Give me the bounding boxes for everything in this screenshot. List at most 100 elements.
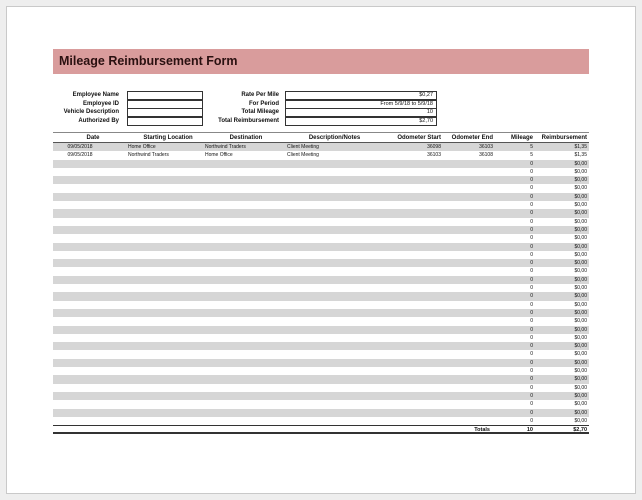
table-cell[interactable]: $0,00 xyxy=(533,234,587,242)
table-cell[interactable]: $1,35 xyxy=(533,151,587,159)
table-cell[interactable]: 0 xyxy=(493,350,533,358)
column-header[interactable]: Mileage xyxy=(493,134,533,143)
table-row[interactable]: 0 $0,00 xyxy=(53,342,589,351)
table-row[interactable]: 0 $0,00 xyxy=(53,284,589,292)
table-row[interactable]: 0 $0,00 xyxy=(53,201,589,209)
table-cell[interactable]: $0,00 xyxy=(533,417,587,425)
table-row[interactable]: 09/05/2018 Northwind Traders Home Office Cl… xyxy=(53,151,589,159)
field-input[interactable] xyxy=(127,116,203,126)
table-row[interactable]: 0 $0,00 xyxy=(53,242,589,251)
table-cell[interactable]: 0 xyxy=(493,284,533,292)
table-cell[interactable]: 0 xyxy=(493,209,533,217)
table-row[interactable]: 0 $0,00 xyxy=(53,168,589,176)
table-row[interactable]: 0 $0,00 xyxy=(53,317,589,325)
table-cell[interactable]: 0 xyxy=(493,301,533,309)
table-cell[interactable]: 0 xyxy=(493,218,533,226)
table-cell[interactable]: Home Office xyxy=(128,143,208,151)
table-cell[interactable]: $0,00 xyxy=(533,317,587,325)
table-cell[interactable]: 0 xyxy=(493,334,533,342)
table-cell[interactable]: 0 xyxy=(493,201,533,209)
table-cell[interactable]: 09/05/2018 xyxy=(55,151,105,159)
table-row[interactable]: 0 $0,00 xyxy=(53,400,589,408)
table-row[interactable]: 0 $0,00 xyxy=(53,176,589,185)
table-cell[interactable]: 0 xyxy=(493,309,533,317)
column-header[interactable]: Date xyxy=(53,134,133,143)
column-header[interactable]: Odometer Start xyxy=(373,134,441,143)
table-cell[interactable]: 0 xyxy=(493,409,533,417)
table-row[interactable]: 0 $0,00 xyxy=(53,275,589,285)
table-cell[interactable]: 36098 xyxy=(373,143,441,151)
table-cell[interactable]: 36103 xyxy=(443,143,493,151)
table-cell[interactable]: $0,00 xyxy=(533,301,587,309)
table-row[interactable]: 0 $0,00 xyxy=(53,292,589,301)
table-cell[interactable]: $0,00 xyxy=(533,184,587,192)
table-cell[interactable]: 0 xyxy=(493,400,533,408)
table-cell[interactable]: 0 xyxy=(493,176,533,184)
table-row[interactable]: 0 $0,00 xyxy=(53,234,589,242)
table-cell[interactable]: 0 xyxy=(493,384,533,392)
table-cell[interactable]: $0,00 xyxy=(533,334,587,342)
table-cell[interactable]: $0,00 xyxy=(533,259,587,267)
table-cell[interactable]: Northwind Traders xyxy=(128,151,208,159)
table-cell[interactable]: 0 xyxy=(493,342,533,350)
table-row[interactable]: 0 $0,00 xyxy=(53,325,589,334)
table-row[interactable]: 0 $0,00 xyxy=(53,301,589,309)
table-cell[interactable]: 0 xyxy=(493,251,533,259)
table-row[interactable]: 0 $0,00 xyxy=(53,391,589,401)
table-cell[interactable]: $0,00 xyxy=(533,409,587,417)
table-cell[interactable]: $0,00 xyxy=(533,209,587,217)
table-cell[interactable]: $0,00 xyxy=(533,267,587,275)
table-cell[interactable]: $0,00 xyxy=(533,201,587,209)
table-row[interactable]: 0 $0,00 xyxy=(53,192,589,202)
table-row[interactable]: 0 $0,00 xyxy=(53,308,589,318)
table-cell[interactable]: $0,00 xyxy=(533,400,587,408)
table-cell[interactable]: $0,00 xyxy=(533,284,587,292)
table-row[interactable]: 0 $0,00 xyxy=(53,417,589,425)
table-row[interactable]: 0 $0,00 xyxy=(53,334,589,342)
table-row[interactable]: 09/05/2018 Home Office Northwind Traders Cl… xyxy=(53,143,589,152)
table-cell[interactable]: 0 xyxy=(493,375,533,383)
table-cell[interactable]: $0,00 xyxy=(533,342,587,350)
table-cell[interactable]: $0,00 xyxy=(533,359,587,367)
table-cell[interactable]: $0,00 xyxy=(533,326,587,334)
table-row[interactable]: 0 $0,00 xyxy=(53,408,589,417)
table-cell[interactable]: 0 xyxy=(493,193,533,201)
table-row[interactable]: 0 $0,00 xyxy=(53,384,589,392)
table-cell[interactable]: Client Meeting xyxy=(287,151,382,159)
table-cell[interactable]: 09/05/2018 xyxy=(55,143,105,151)
table-cell[interactable]: $1,35 xyxy=(533,143,587,151)
table-cell[interactable]: 0 xyxy=(493,367,533,375)
table-row[interactable]: 0 $0,00 xyxy=(53,259,589,268)
table-cell[interactable]: 0 xyxy=(493,234,533,242)
table-cell[interactable]: 0 xyxy=(493,417,533,425)
table-cell[interactable]: $0,00 xyxy=(533,176,587,184)
table-row[interactable]: 0 $0,00 xyxy=(53,267,589,275)
table-cell[interactable]: $0,00 xyxy=(533,292,587,300)
table-cell[interactable]: $0,00 xyxy=(533,392,587,400)
table-cell[interactable]: 0 xyxy=(493,276,533,284)
column-header[interactable]: Description/Notes xyxy=(287,134,382,143)
table-cell[interactable]: 0 xyxy=(493,317,533,325)
table-row[interactable]: 0 $0,00 xyxy=(53,251,589,259)
table-cell[interactable]: $0,00 xyxy=(533,384,587,392)
table-cell[interactable]: $0,00 xyxy=(533,226,587,234)
table-cell[interactable]: 36103 xyxy=(373,151,441,159)
table-row[interactable]: 0 $0,00 xyxy=(53,209,589,218)
table-cell[interactable]: 0 xyxy=(493,226,533,234)
table-cell[interactable]: 5 xyxy=(493,151,533,159)
table-cell[interactable]: 36108 xyxy=(443,151,493,159)
table-cell[interactable]: $0,00 xyxy=(533,309,587,317)
table-cell[interactable]: $0,00 xyxy=(533,276,587,284)
table-cell[interactable]: 5 xyxy=(493,143,533,151)
table-cell[interactable]: 0 xyxy=(493,184,533,192)
table-cell[interactable]: $0,00 xyxy=(533,243,587,251)
table-row[interactable]: 0 $0,00 xyxy=(53,218,589,226)
table-cell[interactable]: $0,00 xyxy=(533,375,587,383)
table-cell[interactable]: Northwind Traders xyxy=(205,143,287,151)
table-row[interactable]: 0 $0,00 xyxy=(53,358,589,368)
table-cell[interactable]: 0 xyxy=(493,359,533,367)
table-row[interactable]: 0 $0,00 xyxy=(53,225,589,235)
table-cell[interactable]: $0,00 xyxy=(533,367,587,375)
table-cell[interactable]: $0,00 xyxy=(533,168,587,176)
table-cell[interactable]: Client Meeting xyxy=(287,143,382,151)
